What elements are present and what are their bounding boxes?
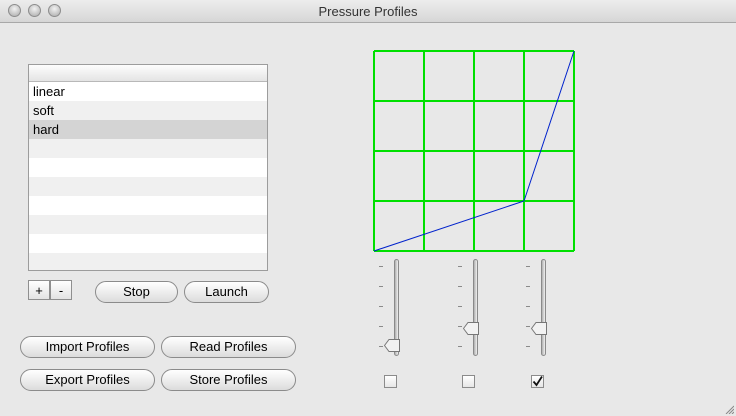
stop-button[interactable]: Stop: [95, 281, 178, 303]
import-profiles-button[interactable]: Import Profiles: [20, 336, 155, 358]
list-item[interactable]: soft: [29, 101, 267, 120]
empty-row: [29, 139, 267, 158]
launch-button[interactable]: Launch: [184, 281, 269, 303]
profile-list[interactable]: linear soft hard: [28, 64, 268, 271]
empty-row: [29, 158, 267, 177]
resize-grip-icon[interactable]: [724, 404, 734, 414]
checkmark-icon: [532, 376, 543, 387]
add-profile-button[interactable]: +: [28, 280, 50, 300]
slider-tick: [379, 306, 383, 307]
pressure-curve-editor[interactable]: [372, 49, 577, 253]
slider-tick: [379, 346, 383, 347]
remove-profile-button[interactable]: -: [50, 280, 72, 300]
empty-row: [29, 215, 267, 234]
slider-tick: [526, 286, 530, 287]
empty-row: [29, 196, 267, 215]
slider-thumb-icon[interactable]: [531, 322, 547, 335]
pressure-slider-3[interactable]: [541, 259, 546, 356]
slider-tick: [379, 266, 383, 267]
empty-row: [29, 253, 267, 270]
slider-tick: [526, 326, 530, 327]
profile-list-header: [29, 65, 267, 82]
slider-tick: [526, 266, 530, 267]
read-profiles-button[interactable]: Read Profiles: [161, 336, 296, 358]
slider-tick: [526, 306, 530, 307]
slider-tick: [526, 346, 530, 347]
export-profiles-button[interactable]: Export Profiles: [20, 369, 155, 391]
empty-row: [29, 177, 267, 196]
pressure-slider-2[interactable]: [473, 259, 478, 356]
slider-tick: [379, 286, 383, 287]
checkbox-3[interactable]: [531, 375, 544, 388]
slider-tick: [379, 326, 383, 327]
curve-grid: [373, 50, 575, 252]
checkbox-1[interactable]: [384, 375, 397, 388]
title-bar: Pressure Profiles: [0, 0, 736, 23]
empty-row: [29, 234, 267, 253]
list-item[interactable]: linear: [29, 82, 267, 101]
slider-thumb-icon[interactable]: [384, 339, 400, 352]
store-profiles-button[interactable]: Store Profiles: [161, 369, 296, 391]
list-item[interactable]: hard: [29, 120, 267, 139]
slider-tick: [458, 306, 462, 307]
checkbox-2[interactable]: [462, 375, 475, 388]
slider-tick: [458, 326, 462, 327]
window-title: Pressure Profiles: [318, 4, 418, 19]
slider-tick: [458, 266, 462, 267]
slider-tick: [458, 286, 462, 287]
slider-thumb-icon[interactable]: [463, 322, 479, 335]
slider-tick: [458, 346, 462, 347]
